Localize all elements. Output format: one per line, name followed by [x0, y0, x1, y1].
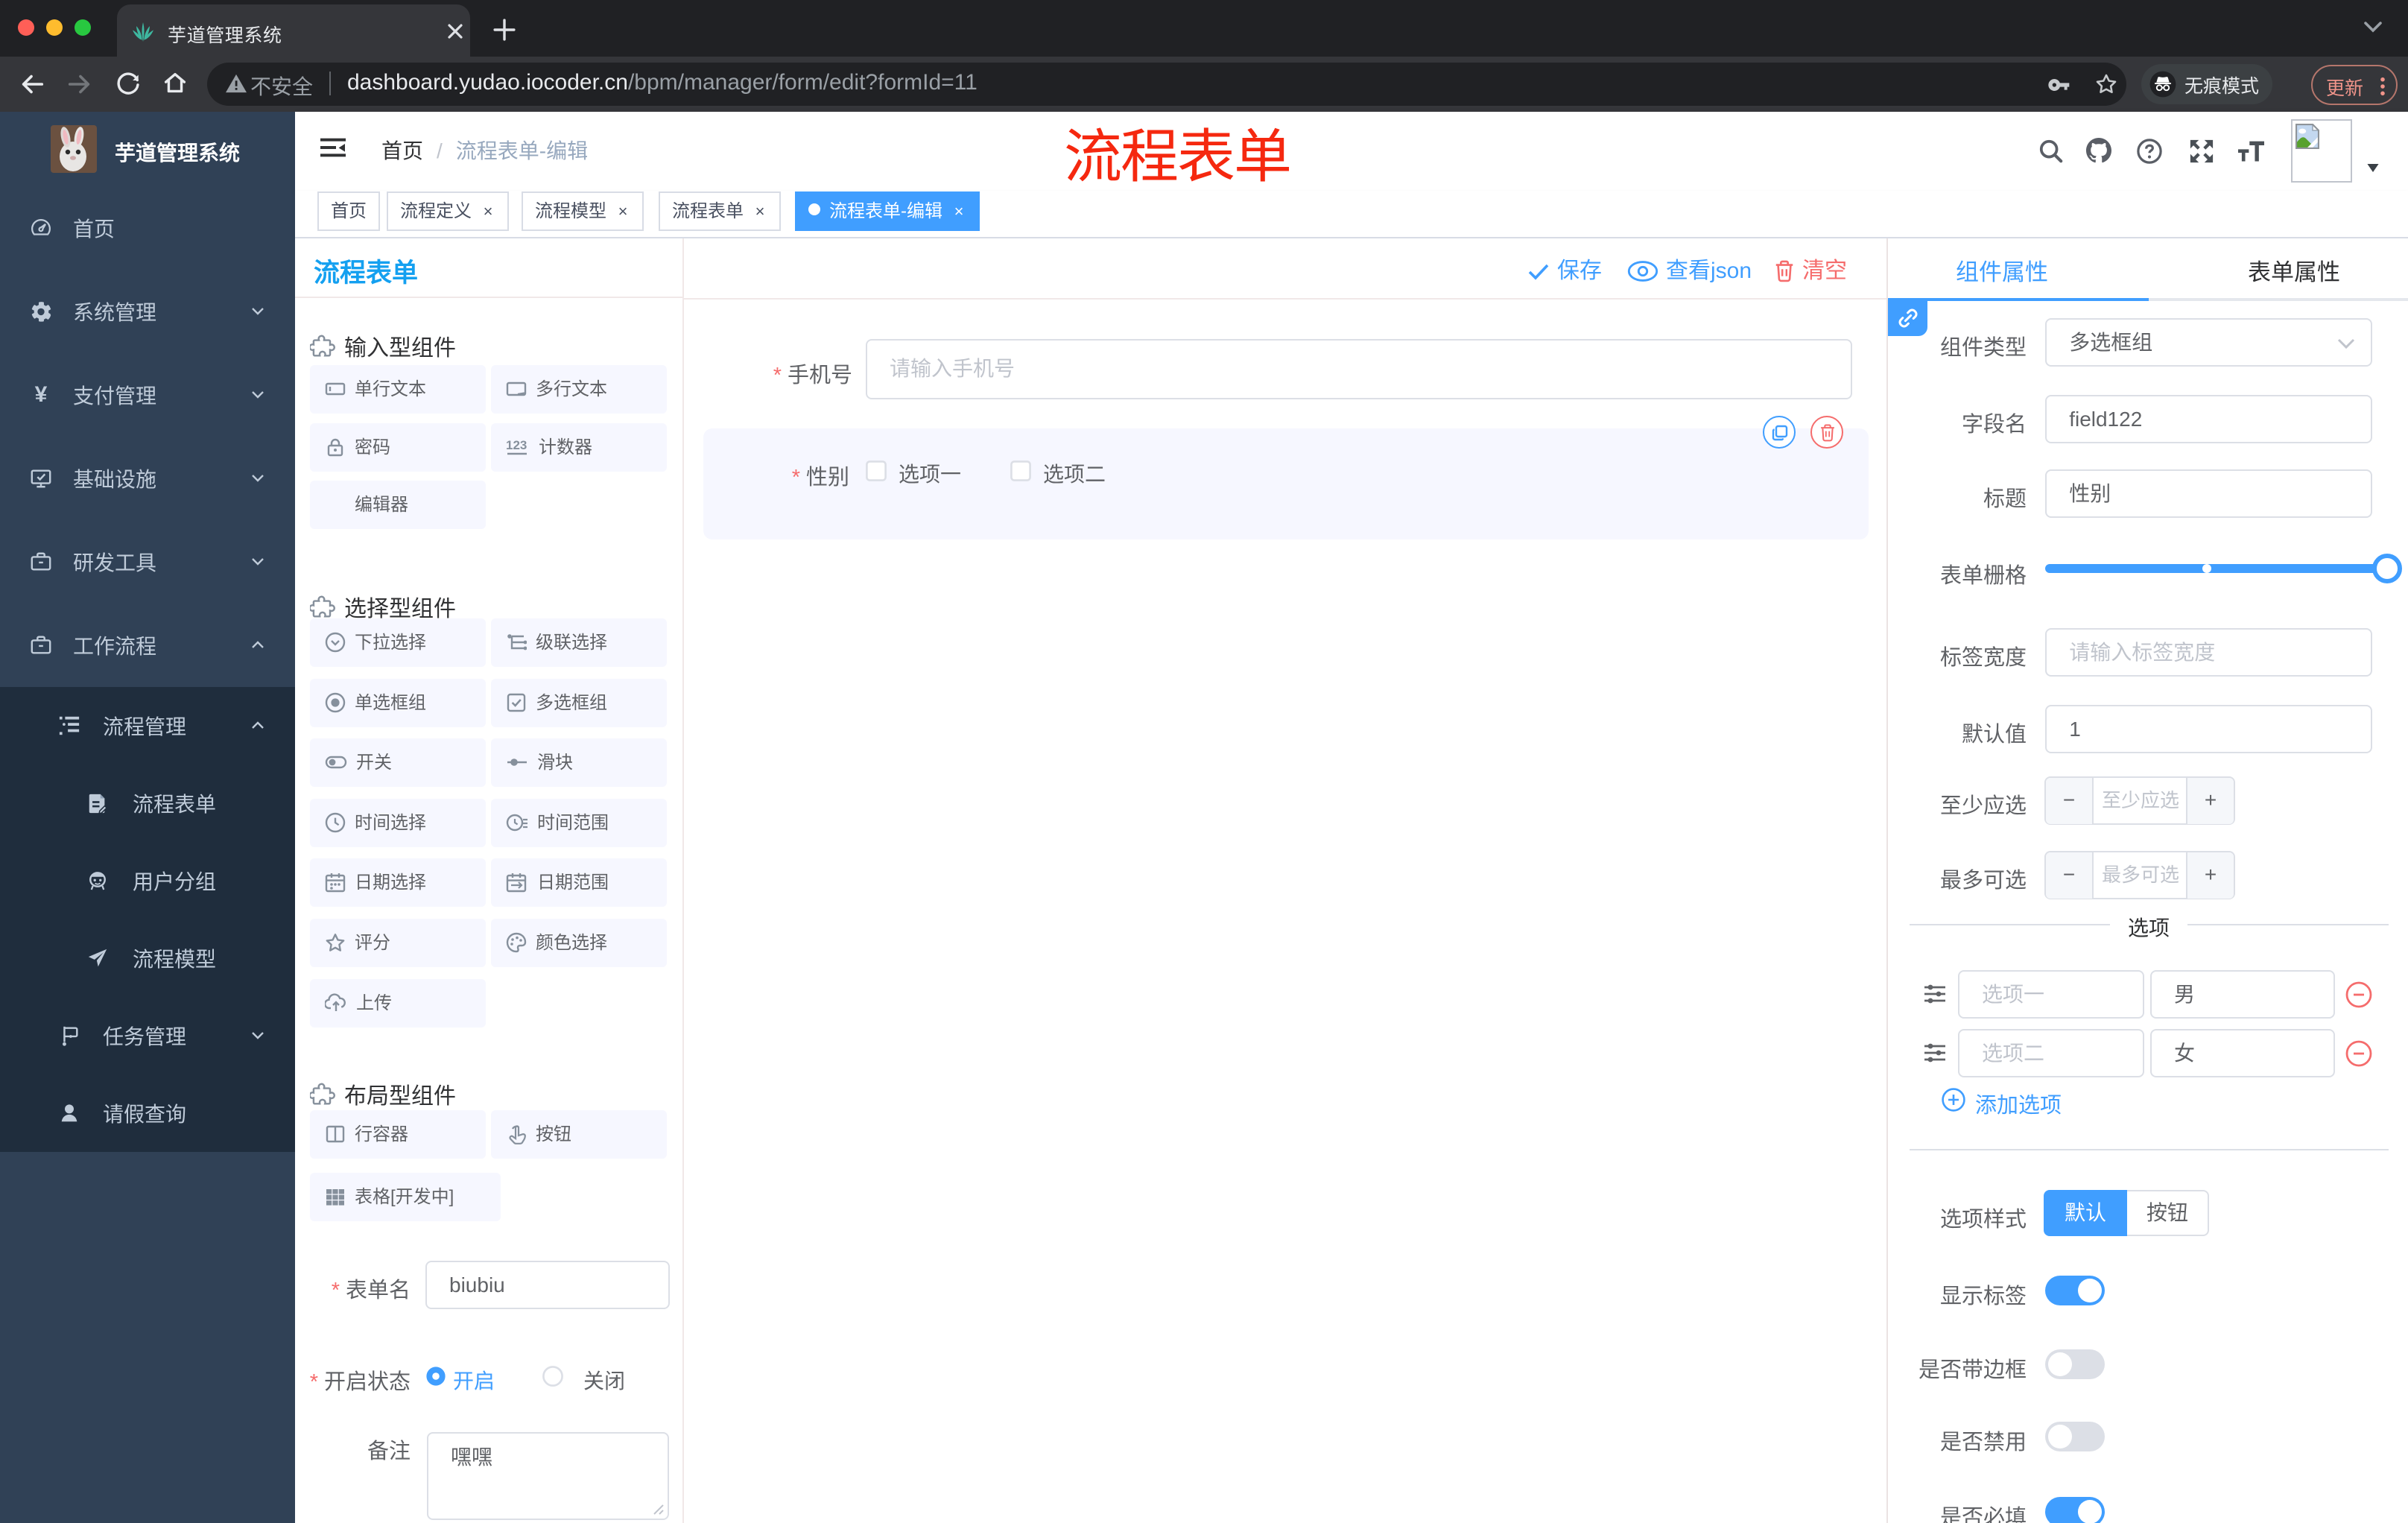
svg-text:123: 123: [506, 438, 527, 452]
